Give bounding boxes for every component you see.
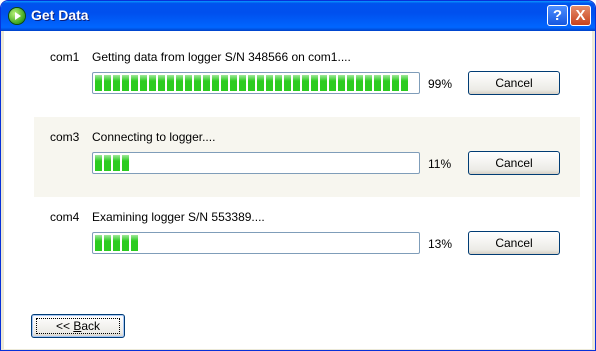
cancel-button[interactable]: Cancel — [468, 151, 560, 175]
close-button[interactable]: X — [570, 5, 591, 26]
progress-bar — [92, 232, 420, 254]
window-title: Get Data — [31, 7, 89, 23]
progress-bar — [92, 152, 420, 174]
percent-label: 11% — [428, 157, 452, 171]
percent-label: 13% — [428, 237, 453, 251]
port-label: com1 — [50, 50, 80, 64]
port-label: com4 — [50, 210, 80, 224]
progress-bar — [92, 72, 420, 94]
green-play-icon — [9, 8, 25, 24]
percent-label: 99% — [428, 77, 453, 91]
job-row-com3: com3 Connecting to logger.... 11% Cancel — [34, 117, 580, 197]
help-icon: ? — [552, 7, 563, 24]
get-data-dialog: Get Data ? X com1 Getting data from logg… — [0, 0, 596, 351]
cancel-button[interactable]: Cancel — [468, 71, 560, 95]
title-bar[interactable]: Get Data ? X — [1, 1, 595, 31]
job-row-com4: com4 Examining logger S/N 553389.... 13%… — [34, 197, 580, 277]
status-message: Getting data from logger S/N 348566 on c… — [92, 50, 351, 64]
progress-fill — [95, 155, 129, 171]
help-button[interactable]: ? — [547, 5, 568, 26]
status-message: Connecting to logger.... — [92, 130, 216, 144]
cancel-button[interactable]: Cancel — [468, 231, 560, 255]
close-icon: X — [575, 7, 586, 24]
content-panel: com1 Getting data from logger S/N 348566… — [4, 31, 592, 349]
port-label: com3 — [50, 130, 80, 144]
progress-fill — [95, 75, 408, 91]
progress-fill — [95, 235, 138, 251]
back-button[interactable]: << Back — [31, 314, 125, 338]
job-row-com1: com1 Getting data from logger S/N 348566… — [34, 37, 580, 117]
focus-rect — [36, 318, 120, 334]
status-message: Examining logger S/N 553389.... — [92, 210, 265, 224]
